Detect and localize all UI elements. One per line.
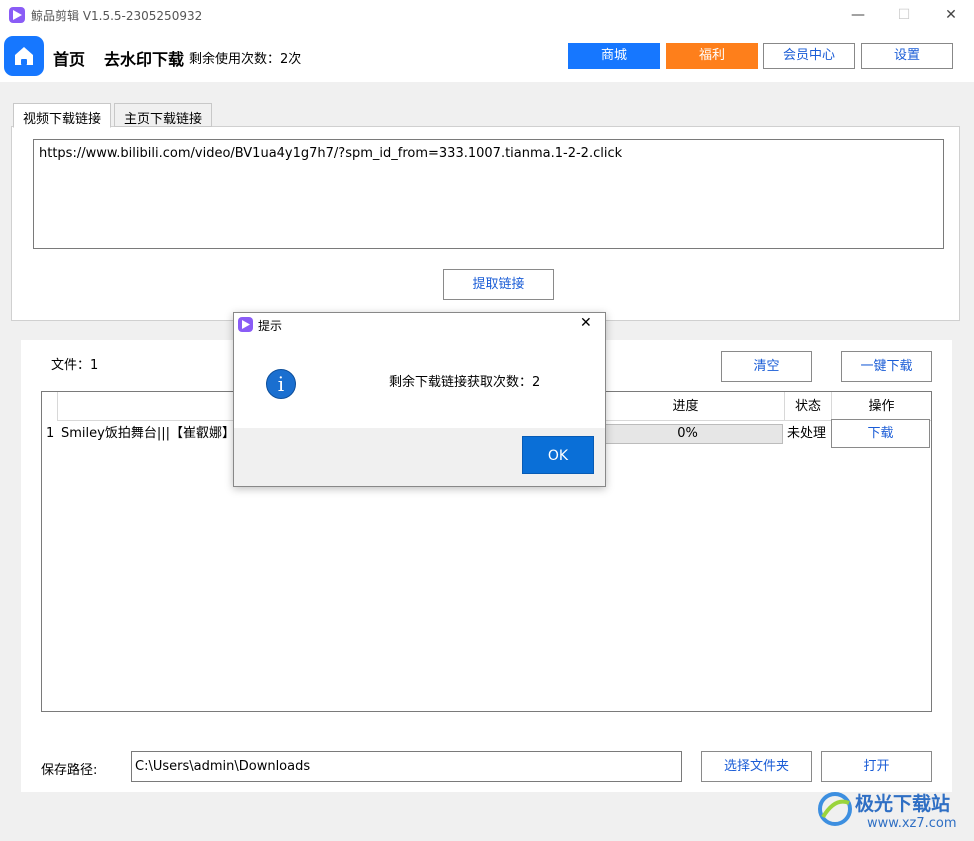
- row-progress-text: 0%: [677, 426, 698, 441]
- minimize-button[interactable]: —: [843, 4, 873, 26]
- clear-button[interactable]: 清空: [721, 351, 812, 382]
- dialog-title: 提示: [258, 319, 283, 333]
- ok-button[interactable]: OK: [522, 436, 594, 474]
- tab-video-link[interactable]: 视频下载链接: [13, 103, 112, 128]
- choose-folder-button[interactable]: 选择文件夹: [701, 751, 812, 782]
- open-folder-button[interactable]: 打开: [821, 751, 932, 782]
- row-status: 未处理: [787, 426, 827, 441]
- watermark-url: www.xz7.com: [867, 816, 957, 831]
- shop-button[interactable]: 商城: [568, 43, 660, 69]
- welfare-button[interactable]: 福利: [666, 43, 758, 69]
- info-icon: i: [266, 369, 296, 399]
- download-all-button[interactable]: 一键下载: [841, 351, 932, 382]
- extract-link-button[interactable]: 提取链接: [443, 269, 554, 300]
- dialog-close-button[interactable]: ✕: [580, 315, 592, 331]
- header-status: 状态: [784, 392, 831, 421]
- member-center-button[interactable]: 会员中心: [763, 43, 855, 69]
- link-input[interactable]: https://www.bilibili.com/video/BV1ua4y1g…: [33, 139, 944, 249]
- nav-watermark-download[interactable]: 去水印下载: [104, 46, 184, 70]
- row-download-button[interactable]: 下载: [831, 419, 930, 448]
- save-path-input[interactable]: C:\Users\admin\Downloads: [131, 751, 682, 782]
- nav-home[interactable]: 首页: [53, 46, 85, 70]
- remaining-uses: 剩余使用次数：2次: [189, 52, 302, 67]
- tab-homepage-link[interactable]: 主页下载链接: [114, 103, 213, 127]
- maximize-button[interactable]: ☐: [889, 4, 919, 26]
- watermark-brand: 极光下载站: [855, 793, 951, 815]
- dialog-app-icon: [238, 317, 253, 332]
- dialog-message: 剩余下载链接获取次数：2: [389, 375, 541, 390]
- header-action: 操作: [831, 392, 931, 421]
- settings-button[interactable]: 设置: [861, 43, 953, 69]
- save-path-label: 保存路径:: [41, 763, 98, 778]
- header-progress: 进度: [586, 392, 784, 421]
- window-title: 鲸品剪辑 V1.5.5-2305250932: [31, 9, 203, 23]
- row-index: 1: [46, 426, 55, 441]
- row-progress-bar: 0%: [592, 424, 783, 444]
- file-count: 文件：1: [51, 358, 99, 373]
- app-logo-icon: [9, 7, 25, 23]
- close-button[interactable]: ✕: [936, 4, 966, 26]
- home-icon[interactable]: [4, 36, 44, 76]
- watermark-logo: 极光下载站 www.xz7.com: [815, 783, 970, 838]
